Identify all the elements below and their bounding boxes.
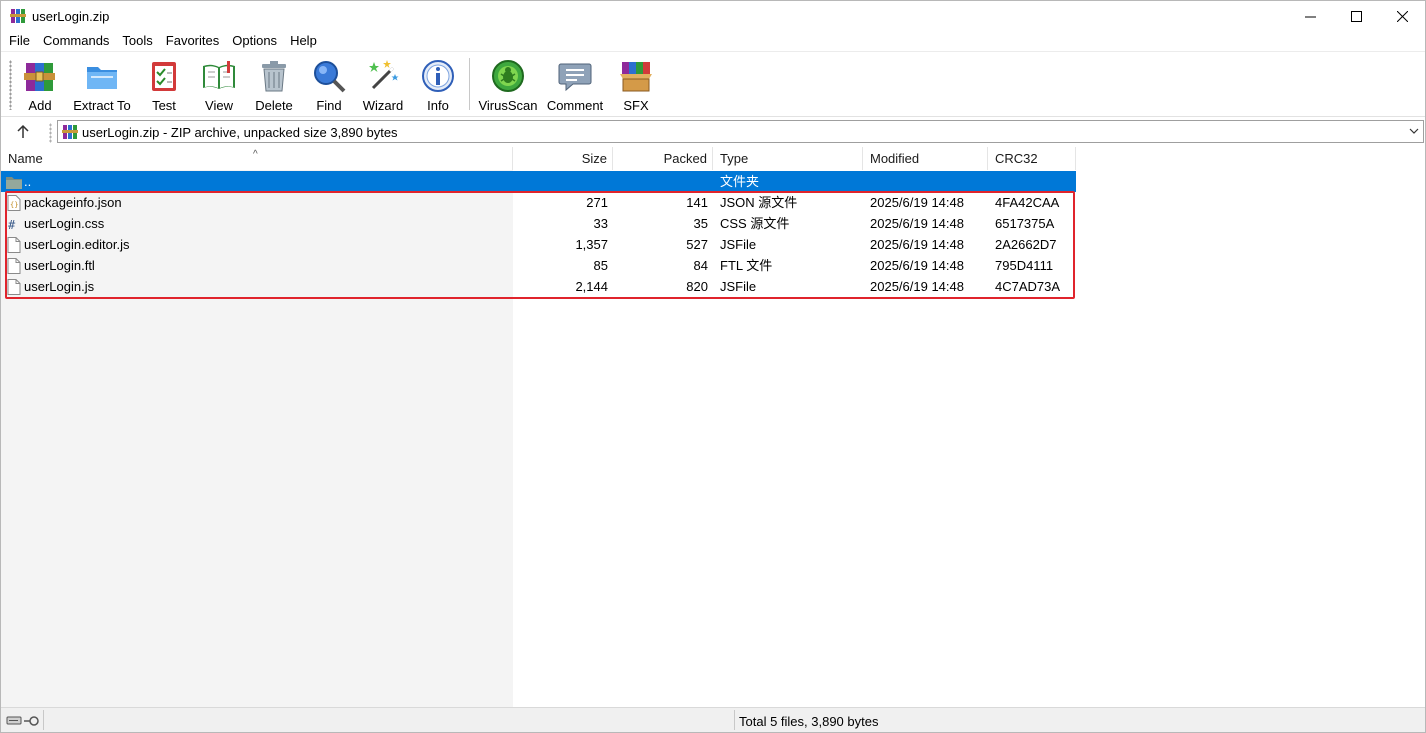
menu-file[interactable]: File [1,31,36,51]
menu-commands[interactable]: Commands [36,31,115,51]
col-modified[interactable]: Modified [863,147,988,170]
address-text: userLogin.zip - ZIP archive, unpacked si… [82,125,398,140]
folder-up-icon [6,177,22,189]
toolbar-separator [469,58,470,110]
magic-wand-icon [369,60,399,90]
address-combobox[interactable]: userLogin.zip - ZIP archive, unpacked si… [57,120,1424,143]
close-button[interactable] [1379,1,1425,31]
drive-key-icon [6,716,39,726]
col-size[interactable]: Size [513,147,613,170]
window-title: userLogin.zip [32,9,110,24]
comment-label: Comment [546,98,604,113]
menu-tools[interactable]: Tools [115,31,158,51]
col-name-label: Name [8,151,43,166]
column-header: Name ^ Size Packed Type Modified CRC32 [1,147,1076,170]
virus-scan-icon [492,60,524,92]
col-type[interactable]: Type [713,147,863,170]
address-grip[interactable] [49,123,52,143]
test-button[interactable]: Test [146,56,182,114]
parent-folder-type: 文件夹 [720,174,760,189]
col-packed[interactable]: Packed [613,147,713,170]
menu-options[interactable]: Options [225,31,283,51]
add-icon [24,63,55,91]
view-book-icon [203,61,235,89]
extract-to-button[interactable]: Extract To [71,56,133,114]
sfx-box-icon [620,62,652,92]
col-type-label: Type [720,151,749,166]
test-label: Test [152,98,176,113]
status-bar: Total 5 files, 3,890 bytes [1,707,1425,732]
add-button[interactable]: Add [21,56,59,114]
wizard-button[interactable]: Wizard [361,56,405,114]
test-checklist-icon [152,62,176,91]
find-button[interactable]: Find [310,56,348,114]
toolbar-grip[interactable] [9,60,12,110]
menu-bar: File Commands Tools Favorites Options He… [1,31,1425,51]
sfx-button[interactable]: SFX [615,56,657,114]
address-row: userLogin.zip - ZIP archive, unpacked si… [1,116,1425,147]
menu-help[interactable]: Help [283,31,323,51]
extract-folder-icon [87,67,117,89]
magnifier-icon [314,61,346,93]
sfx-label: SFX [623,98,649,113]
maximize-icon [1350,10,1362,22]
winrar-app-icon [10,9,26,23]
chevron-down-icon[interactable] [1408,125,1420,137]
winrar-window: userLogin.zip File Commands Tools Favori… [0,0,1426,733]
minimize-icon [1304,16,1316,17]
comment-icon [558,63,592,92]
col-crc32[interactable]: CRC32 [988,147,1076,170]
info-label: Info [427,98,449,113]
find-label: Find [316,98,342,113]
col-modified-label: Modified [870,151,920,166]
parent-folder-name: .. [24,174,32,189]
zip-archive-icon [62,125,78,139]
wizard-label: Wizard [362,98,404,113]
info-button[interactable]: Info [420,56,456,114]
delete-label: Delete [255,98,293,113]
status-divider [43,710,44,730]
sort-ascending-icon: ^ [253,149,258,160]
view-button[interactable]: View [197,56,241,114]
toolbar: Add Extract To Test View Delete Find Wiz… [1,51,1425,117]
virusscan-button[interactable]: VirusScan [478,56,538,114]
info-icon [422,60,454,92]
menu-favorites[interactable]: Favorites [159,31,225,51]
highlight-annotation-box [5,191,1075,299]
parent-folder-row[interactable]: .. 文件夹 [1,171,1076,192]
view-label: View [205,98,233,113]
virusscan-label: VirusScan [478,98,538,113]
trash-icon [262,61,286,92]
col-name[interactable]: Name ^ [1,147,513,170]
title-bar[interactable]: userLogin.zip [1,1,1425,31]
status-text: Total 5 files, 3,890 bytes [739,714,879,729]
col-packed-label: Packed [663,151,707,166]
status-divider [734,710,735,730]
col-size-label: Size [581,151,607,166]
minimize-button[interactable] [1287,1,1333,31]
add-label: Add [28,98,52,113]
col-crc32-label: CRC32 [995,151,1038,166]
maximize-button[interactable] [1333,1,1379,31]
close-icon [1396,10,1408,22]
comment-button[interactable]: Comment [546,56,604,114]
extract-to-label: Extract To [73,98,131,113]
up-arrow-icon[interactable] [13,123,33,141]
delete-button[interactable]: Delete [253,56,295,114]
